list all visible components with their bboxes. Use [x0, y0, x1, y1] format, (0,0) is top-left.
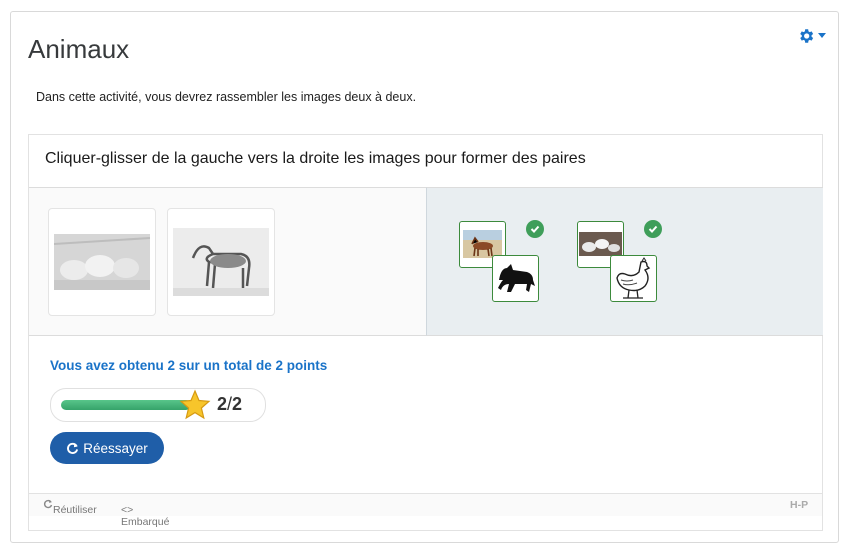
- rooster-drawing-thumb: [616, 257, 651, 299]
- page-title: Animaux: [28, 34, 130, 64]
- source-card-chickens[interactable]: [48, 208, 156, 316]
- pair-2-bottom[interactable]: [610, 255, 657, 302]
- retry-button[interactable]: Réessayer: [50, 432, 164, 464]
- pair-1-correct-check-icon: [526, 220, 544, 238]
- score-feedback: Vous avez obtenu 2 sur un total de 2 poi…: [50, 358, 328, 373]
- score-progress-fill: [61, 400, 191, 410]
- gear-icon: [800, 29, 814, 43]
- h5p-logo[interactable]: H-P: [790, 499, 808, 511]
- retry-label: Réessayer: [83, 440, 148, 456]
- caret-down-icon: [818, 33, 826, 38]
- intro-text: Dans cette activité, vous devrez rassemb…: [36, 90, 417, 104]
- star-icon: [179, 389, 211, 420]
- score-max: 2: [232, 394, 243, 414]
- h5p-footer: Réutiliser <> Embarqué H-P: [29, 493, 822, 528]
- pair-1-bottom[interactable]: [492, 255, 539, 302]
- source-card-horse[interactable]: [167, 208, 275, 316]
- chickens-image: [54, 234, 150, 290]
- h5p-image-pairing: Cliquer-glisser de la gauche vers la dro…: [28, 134, 823, 531]
- score-bar: 2/2: [50, 388, 266, 422]
- reuse-link[interactable]: Réutiliser: [43, 499, 97, 516]
- retry-icon: [67, 442, 79, 454]
- pair-2-correct-check-icon: [644, 220, 662, 238]
- horse-image: [173, 228, 269, 296]
- source-image-area: [29, 187, 426, 336]
- task-instruction: Cliquer-glisser de la gauche vers la dro…: [45, 150, 586, 167]
- horse-silhouette-thumb: [498, 264, 535, 292]
- settings-menu[interactable]: [797, 27, 826, 45]
- reuse-label: Réutiliser: [53, 504, 97, 516]
- activity-card: Animaux Dans cette activité, vous devrez…: [10, 11, 839, 543]
- score-value: 2/2: [217, 394, 242, 415]
- reuse-icon: [43, 499, 53, 509]
- score-earned: 2: [217, 394, 228, 414]
- embed-label: <> Embarqué: [121, 504, 170, 528]
- target-pairs-area: [426, 187, 823, 336]
